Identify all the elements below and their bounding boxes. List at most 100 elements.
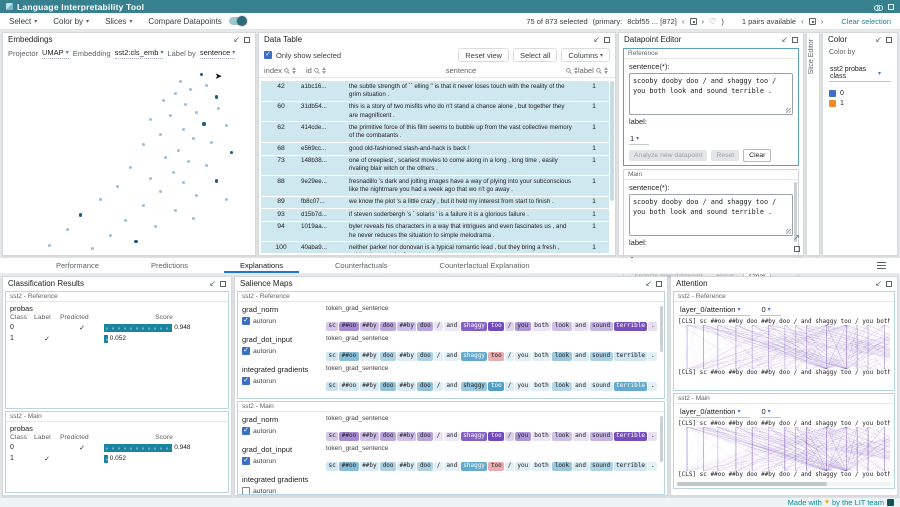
salience-token[interactable]: shaggy: [461, 432, 488, 442]
salience-token[interactable]: too: [488, 462, 504, 472]
salience-token[interactable]: look: [552, 382, 571, 392]
salience-token[interactable]: and: [444, 322, 460, 332]
sort-icon[interactable]: [604, 67, 608, 74]
salience-token[interactable]: ##by: [397, 352, 416, 362]
salience-token[interactable]: ##by: [360, 352, 379, 362]
embedding-point[interactable]: [230, 151, 234, 155]
embedding-point[interactable]: [149, 177, 152, 180]
salience-token[interactable]: terrible: [614, 352, 648, 362]
embedding-point[interactable]: [164, 156, 167, 159]
salience-token[interactable]: sc: [326, 352, 338, 362]
salience-token[interactable]: /: [505, 322, 514, 332]
analyze-new-datapoint-button[interactable]: Analyze new datapoint: [629, 150, 707, 161]
slice-editor-collapsed-tab[interactable]: Slice Editor: [806, 32, 820, 256]
salience-token[interactable]: and: [573, 352, 589, 362]
table-row[interactable]: 10040aba9...neither parker nor donovan i…: [261, 242, 609, 253]
minimize-icon[interactable]: ↙: [593, 36, 600, 44]
salience-token[interactable]: ##by: [397, 382, 416, 392]
maximize-icon[interactable]: [792, 37, 798, 43]
salience-token[interactable]: ##by: [397, 432, 416, 442]
salience-token[interactable]: doo: [380, 432, 396, 442]
embedding-point[interactable]: [177, 149, 180, 152]
salience-token[interactable]: sound: [590, 462, 613, 472]
autorun-control[interactable]: ✓autorun: [242, 317, 326, 325]
salience-token[interactable]: both: [532, 352, 551, 362]
minimize-icon[interactable]: ↙: [233, 36, 240, 44]
salience-token[interactable]: you: [515, 322, 531, 332]
color-by-menu[interactable]: Color by▾: [53, 17, 89, 26]
salience-token[interactable]: terrible: [614, 432, 648, 442]
salience-token[interactable]: and: [444, 432, 460, 442]
maximize-icon[interactable]: [886, 281, 892, 287]
embedding-select[interactable]: sst2:cls_emb▾: [115, 48, 164, 59]
columns-button[interactable]: Columns▾: [561, 48, 610, 62]
embedding-point[interactable]: [149, 118, 152, 121]
autorun-control[interactable]: ✓autorun: [242, 457, 326, 465]
salience-token[interactable]: too: [488, 352, 504, 362]
tab-explanations[interactable]: Explanations: [214, 258, 309, 273]
salience-token[interactable]: .: [648, 432, 657, 442]
salience-token[interactable]: /: [505, 352, 514, 362]
select-all-button[interactable]: Select all: [513, 48, 557, 62]
attention-layer-select[interactable]: layer_0/attention▾: [679, 407, 750, 418]
attention-head-select[interactable]: 0▾: [760, 407, 780, 418]
embedding-point[interactable]: [109, 234, 112, 237]
salience-token[interactable]: you: [515, 382, 531, 392]
embedding-point[interactable]: [79, 213, 83, 217]
maximize-icon[interactable]: [604, 37, 610, 43]
label-select[interactable]: 1▾: [629, 134, 649, 145]
embedding-point[interactable]: [225, 124, 228, 127]
embedding-point[interactable]: [169, 114, 172, 117]
maximize-icon[interactable]: [886, 37, 892, 43]
salience-token[interactable]: you: [515, 462, 531, 472]
table-row[interactable]: 89fb8c07...we know the plot 's a little …: [261, 197, 609, 209]
salience-token[interactable]: and: [573, 462, 589, 472]
salience-token[interactable]: ##by: [360, 322, 379, 332]
embedding-point[interactable]: [174, 92, 177, 95]
table-row[interactable]: 889e29ee...fresnadillo 's dark and jolti…: [261, 176, 609, 197]
salience-token[interactable]: and: [573, 382, 589, 392]
attention-head-select[interactable]: 0▾: [760, 305, 780, 316]
autorun-control[interactable]: ✓autorun: [242, 427, 326, 435]
autorun-control[interactable]: ✓autorun: [242, 377, 326, 385]
tab-counterfactuals[interactable]: Counterfactuals: [309, 258, 414, 273]
sort-icon[interactable]: [322, 67, 326, 74]
embedding-point[interactable]: [174, 209, 177, 212]
embedding-point[interactable]: [116, 185, 119, 188]
embedding-point[interactable]: [195, 111, 198, 114]
embedding-point[interactable]: [200, 73, 204, 77]
search-icon[interactable]: [566, 68, 572, 74]
sentence-textarea[interactable]: scooby dooby doo / and shaggy too / you …: [629, 194, 793, 236]
embedding-point[interactable]: [154, 225, 157, 228]
salience-token[interactable]: look: [552, 322, 571, 332]
scrollbar[interactable]: [660, 306, 663, 352]
autorun-control[interactable]: autorun: [242, 487, 326, 495]
attention-layer-select[interactable]: layer_0/attention▾: [679, 305, 750, 316]
salience-token[interactable]: too: [488, 432, 504, 442]
sentence-textarea[interactable]: scooby dooby doo / and shaggy too / you …: [629, 73, 793, 115]
scrollbar[interactable]: [660, 416, 663, 462]
salience-token[interactable]: sound: [590, 382, 613, 392]
embedding-point[interactable]: [66, 228, 69, 231]
salience-token[interactable]: look: [552, 352, 571, 362]
salience-token[interactable]: doo: [380, 462, 396, 472]
salience-token[interactable]: ##by: [397, 322, 416, 332]
table-row[interactable]: 73148b38...one of creepiest , scariest m…: [261, 156, 609, 177]
column-sentence[interactable]: sentence: [356, 66, 578, 75]
salience-token[interactable]: ##oo: [339, 382, 358, 392]
salience-token[interactable]: /: [505, 382, 514, 392]
salience-token[interactable]: terrible: [614, 382, 648, 392]
toggle-on-icon[interactable]: [229, 17, 246, 25]
embedding-point[interactable]: [195, 194, 198, 197]
compare-datapoints-toggle[interactable]: Compare Datapoints: [148, 17, 245, 26]
salience-token[interactable]: ##oo: [339, 352, 358, 362]
salience-token[interactable]: /: [434, 462, 443, 472]
maximize-icon[interactable]: [220, 281, 226, 287]
salience-token[interactable]: both: [532, 432, 551, 442]
only-show-selected-checkbox[interactable]: ✓: [264, 51, 272, 59]
salience-token[interactable]: ##oo: [339, 432, 358, 442]
settings-icon[interactable]: [888, 4, 894, 10]
salience-token[interactable]: .: [648, 462, 657, 472]
embedding-point[interactable]: [48, 244, 51, 247]
autorun-checkbox[interactable]: ✓: [242, 457, 250, 465]
